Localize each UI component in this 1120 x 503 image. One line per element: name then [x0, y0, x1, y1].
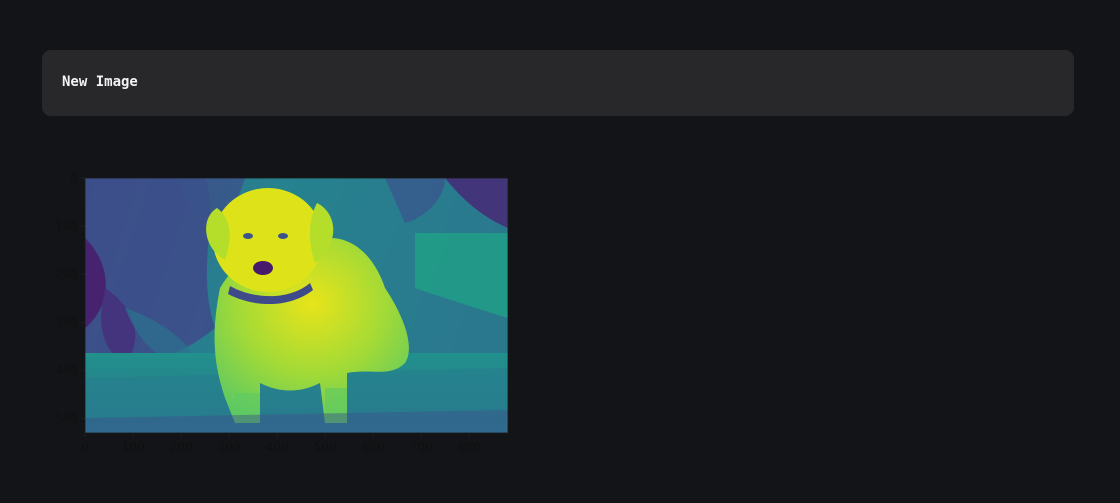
code-block: New Image	[42, 50, 1074, 116]
x-tick-label: 200	[170, 440, 193, 454]
image-area	[85, 178, 508, 433]
x-tick-label: 300	[218, 440, 241, 454]
x-tick-label: 800	[458, 440, 481, 454]
y-tick-label: 200	[55, 267, 78, 281]
x-tick-label: 100	[122, 440, 145, 454]
matplotlib-imshow-plot: 0 100 200 300 400 500 600 700 800 0 100 200 300 400 5…	[55, 171, 509, 454]
x-tick-label: 400	[266, 440, 289, 454]
y-tick-label: 300	[55, 315, 78, 329]
y-axis-ticks: 0 100 200 300 400 500	[55, 171, 85, 426]
x-tick-label: 600	[362, 440, 385, 454]
code-text: New Image	[62, 74, 138, 90]
y-tick-label: 400	[55, 363, 78, 377]
x-tick-label: 500	[314, 440, 337, 454]
x-tick-label: 0	[81, 440, 89, 454]
image-figure: 0 100 200 300 400 500 600 700 800 0 100 200 300 400 5…	[44, 160, 516, 470]
x-tick-label: 700	[410, 440, 433, 454]
streamlit-app: New Image 0 100 200 300 400 500 600 700 …	[0, 0, 1120, 503]
y-tick-label: 100	[55, 219, 78, 233]
x-axis-ticks: 0 100 200 300 400 500 600 700 800	[81, 433, 481, 454]
y-tick-label: 500	[55, 412, 78, 426]
y-tick-label: 0	[70, 171, 78, 185]
